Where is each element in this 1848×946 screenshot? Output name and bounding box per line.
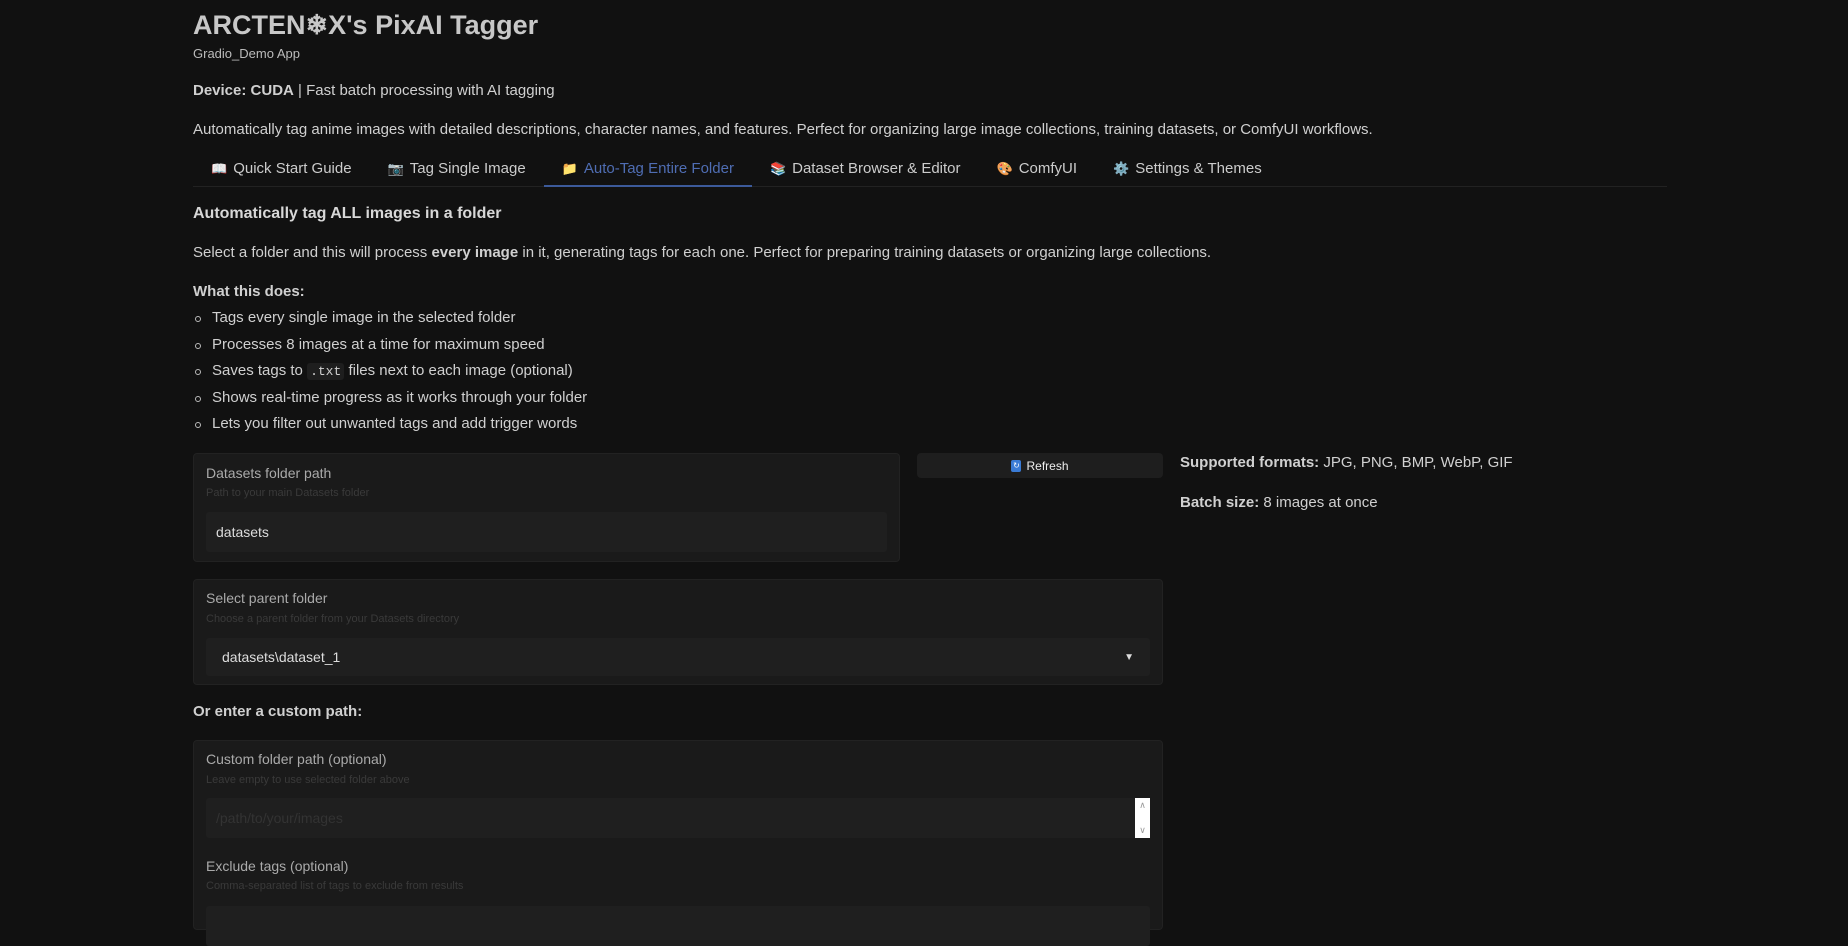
section-heading: Automatically tag ALL images in a folder [193,205,502,222]
list-item: Saves tags to .txt files next to each im… [193,362,587,389]
custom-path-heading: Or enter a custom path: [193,703,363,720]
camera-icon: 📷 [387,161,404,176]
list-item: Shows real-time progress as it works thr… [193,389,587,416]
device-label: Device: CUDA [193,82,294,99]
custom-path-label: Custom folder path (optional) [206,751,387,767]
app-description: Automatically tag anime images with deta… [193,121,1373,138]
custom-path-hint: Leave empty to use selected folder above [206,774,410,786]
exclude-tags-hint: Comma-separated list of tags to exclude … [206,880,464,892]
what-heading: What this does: [193,283,305,300]
datasets-path-label: Datasets folder path [206,465,332,481]
formats-value: JPG, PNG, BMP, WebP, GIF [1319,454,1513,471]
placeholder: /path/to/your/images [216,810,343,826]
supported-formats: Supported formats: JPG, PNG, BMP, WebP, … [1180,454,1513,471]
tab-quick-start[interactable]: 📖 Quick Start Guide [193,156,370,187]
list-item: Processes 8 images at a time for maximum… [193,336,587,363]
book-icon: 📖 [211,161,228,176]
batch-size: Batch size: 8 images at once [1180,494,1378,511]
refresh-icon: ↻ [1011,459,1022,472]
refresh-button[interactable]: ↻ Refresh [917,453,1163,478]
tab-label: Quick Start Guide [233,160,352,177]
gear-icon: ⚙️ [1113,161,1130,176]
list-text: Saves tags to [212,362,308,379]
list-text: files next to each image (optional) [344,362,573,379]
tab-dataset-browser[interactable]: 📚 Dataset Browser & Editor [752,156,979,187]
tab-label: Auto-Tag Entire Folder [583,160,734,177]
books-icon: 📚 [769,161,787,176]
palette-icon: 🎨 [996,161,1013,176]
parent-folder-group: Select parent folder Choose a parent fol… [193,579,1163,685]
datasets-path-group: Datasets folder path Path to your main D… [193,453,900,562]
exclude-tags-input[interactable] [206,906,1150,946]
tab-tag-single[interactable]: 📷 Tag Single Image [370,156,544,187]
para-bold: every image [431,244,519,261]
arrow-up-icon: ∧ [1139,800,1146,810]
list-item: Tags every single image in the selected … [193,309,587,336]
list-item: Lets you filter out unwanted tags and ad… [193,415,587,442]
tab-label: Dataset Browser & Editor [792,160,961,177]
tab-label: ComfyUI [1018,160,1078,177]
app-subtitle: Gradio_Demo App [193,46,300,61]
arrow-down-icon: ∨ [1139,825,1146,835]
datasets-path-input[interactable]: datasets [206,512,887,552]
batch-label: Batch size: [1180,494,1260,511]
exclude-tags-label: Exclude tags (optional) [206,858,349,874]
app-title: ARCTEN❄X's PixAI Tagger [193,10,539,40]
dropdown-value: datasets\dataset_1 [222,649,341,665]
feature-list: Tags every single image in the selected … [193,309,587,442]
section-description: Select a folder and this will process ev… [193,244,1211,261]
device-info: Device: CUDA | Fast batch processing wit… [193,82,555,99]
para-text: Select a folder and this will process [193,244,432,261]
batch-value: 8 images at once [1259,494,1378,511]
chevron-down-icon: ▼ [1124,651,1134,663]
tab-bar: 📖 Quick Start Guide 📷 Tag Single Image 📁 Au… [193,156,1667,187]
parent-folder-label: Select parent folder [206,590,328,606]
folder-icon: 📁 [561,161,578,176]
datasets-path-hint: Path to your main Datasets folder [206,487,370,499]
custom-path-group: Custom folder path (optional) Leave empt… [193,740,1163,946]
parent-folder-dropdown[interactable]: datasets\dataset_1 ▼ [206,638,1150,676]
tab-comfyui[interactable]: 🎨 ComfyUI [979,156,1096,187]
para-text: in it, generating tags for each one. Per… [518,244,1212,261]
code-txt: .txt [307,363,345,380]
parent-folder-hint: Choose a parent folder from your Dataset… [206,613,460,625]
tab-auto-tag-folder[interactable]: 📁 Auto-Tag Entire Folder [543,156,752,187]
refresh-label: Refresh [1026,458,1069,473]
tab-settings[interactable]: ⚙️ Settings & Themes [1095,156,1280,187]
scrollbar[interactable]: ∧ ∨ [1135,798,1150,838]
tab-label: Tag Single Image [409,160,526,177]
device-rest: | Fast batch processing with AI tagging [293,82,555,99]
formats-label: Supported formats: [1180,454,1320,471]
custom-path-input[interactable]: /path/to/your/images ∧ ∨ [206,798,1150,838]
tab-label: Settings & Themes [1135,160,1262,177]
